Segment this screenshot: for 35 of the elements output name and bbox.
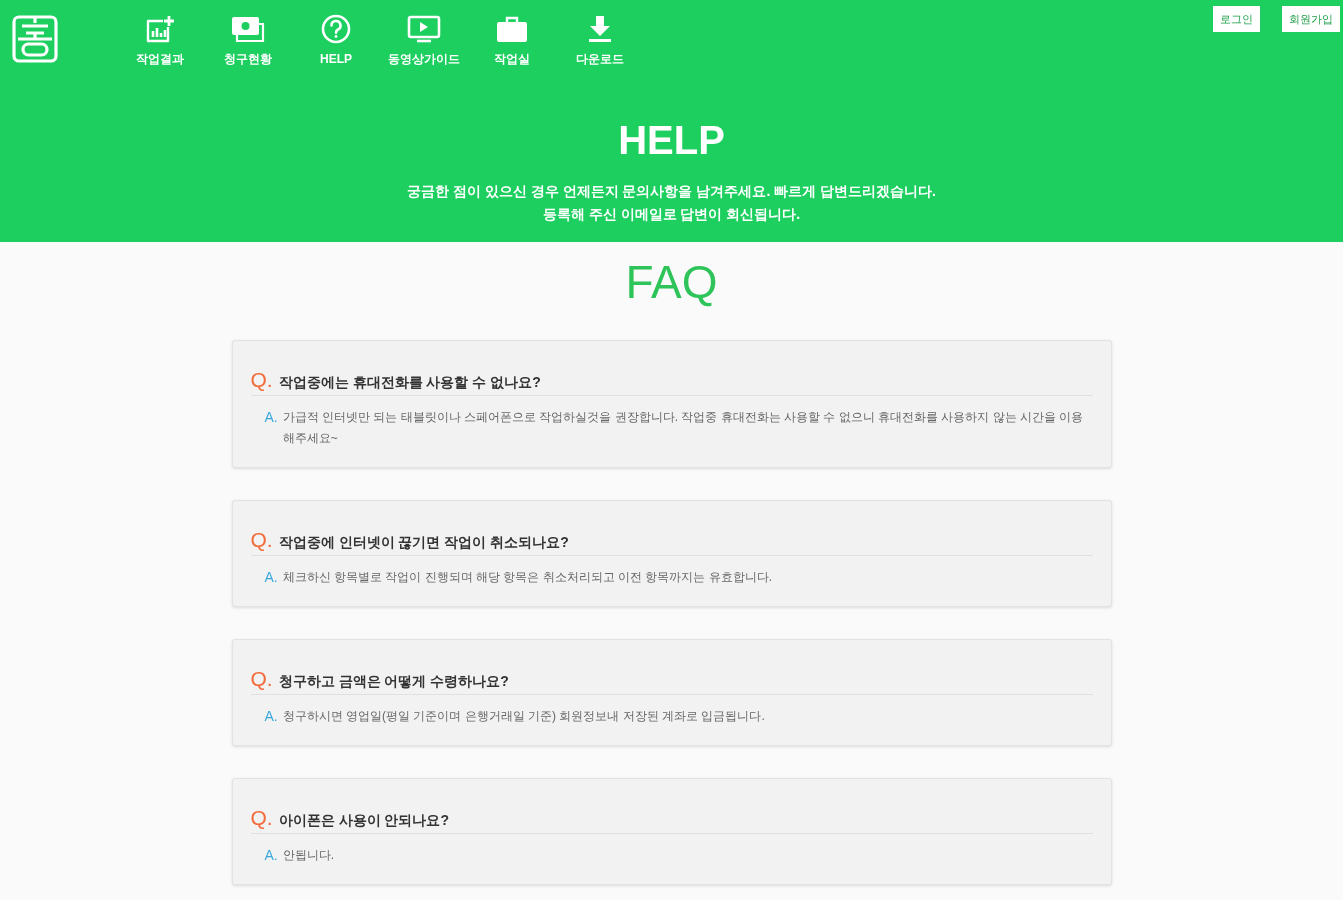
answer-mark: A. [264, 707, 278, 726]
logo-icon [12, 15, 58, 63]
auth-button[interactable]: 회원가입 [1282, 6, 1340, 32]
monitor-play-icon [407, 15, 441, 43]
briefcase-icon [496, 15, 528, 43]
question-mark: Q. [250, 528, 273, 552]
answer-mark: A. [264, 408, 278, 427]
answer-text: 가급적 인터넷만 되는 태블릿이나 스페어폰으로 작업하실것을 권장합니다. 작업중 휴대전화는 사용할 수 없으니 휴대전화를 사용하지 않는 시간을 이용해주세요~ [282, 409, 1085, 447]
answer-mark: A. [264, 568, 278, 587]
question-mark: Q. [250, 806, 273, 830]
question-text: 작업중에 인터넷이 끊기면 작업이 취소되나요? [278, 533, 569, 552]
download-icon [587, 15, 613, 43]
question-mark: Q. [250, 667, 273, 691]
nav-item[interactable]: HELP [292, 14, 380, 66]
answer-mark: A. [264, 846, 278, 865]
hero-subtitle: 궁금한 점이 있으신 경우 언제든지 문의사항을 남겨주세요. 빠르게 답변드리겠습니다. [407, 182, 936, 201]
nav-item[interactable]: 작업결과 [116, 14, 204, 66]
question-text: 아이폰은 사용이 안되나요? [278, 811, 449, 830]
answer-text: 체크하신 항목별로 작업이 진행되며 해당 항목은 취소처리되고 이전 항목까지는 유효합니다. [282, 569, 774, 586]
faq-title: FAQ [625, 258, 718, 306]
nav-item[interactable]: 다운로드 [556, 14, 644, 66]
question-text: 청구하고 금액은 어떻게 수령하나요? [278, 672, 509, 691]
nav-item[interactable]: 청구현황 [204, 14, 292, 66]
auth-button[interactable]: 로그인 [1213, 6, 1260, 32]
nav-item[interactable]: 작업실 [468, 14, 556, 66]
hero-subtitle: 등록해 주신 이메일로 답변이 회신됩니다. [542, 205, 801, 224]
question-text: 작업중에는 휴대전화를 사용할 수 없나요? [278, 373, 541, 392]
answer-text: 안됩니다. [282, 847, 336, 864]
hero-title: HELP [618, 118, 725, 162]
question-mark: Q. [250, 368, 273, 392]
nav-item[interactable]: 동영상가이드 [380, 14, 468, 66]
cash-stack-icon [231, 16, 265, 42]
help-icon [321, 14, 351, 44]
chart-plus-icon [145, 15, 175, 43]
answer-text: 청구하시면 영업일(평일 기준이며 은행거래일 기준) 회원정보내 저장된 계좌로 입금됩니다. [282, 708, 766, 725]
